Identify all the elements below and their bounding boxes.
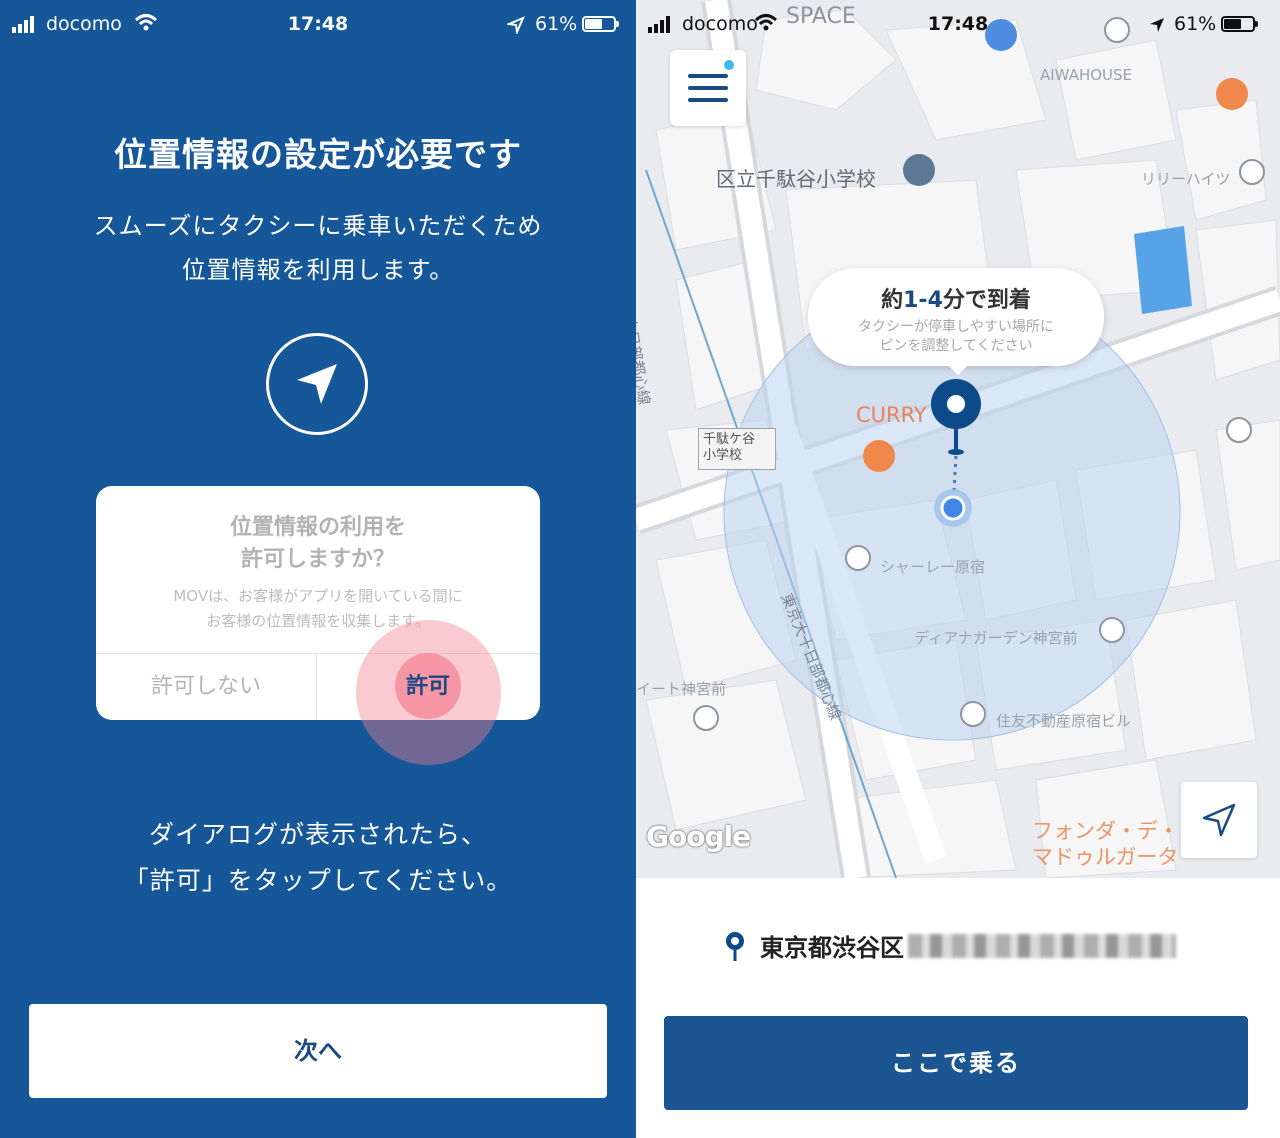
map-label-sumitomo: 住友不動産原宿ビル xyxy=(996,712,1132,730)
allow-button[interactable]: 許可 xyxy=(316,654,540,720)
pickup-address: 東京都渋谷区 xyxy=(724,928,1176,963)
instruction-text: ダイアログが表示されたら、 「許可」をタップしてください。 xyxy=(123,820,513,895)
permission-screen: docomo 17:48 61% 位置情報の設定が必要です スムーズにタクシーに… xyxy=(0,0,636,1138)
eta-prefix: 約 xyxy=(881,288,904,313)
map-label-diana: ディアナガーデン神宮前 xyxy=(914,629,1078,647)
map-label-ito: イート神宮前 xyxy=(636,680,727,698)
battery-icon xyxy=(1221,16,1258,32)
location-arrow-icon xyxy=(1202,803,1236,837)
page-title: 位置情報の設定が必要です xyxy=(114,135,522,174)
menu-button[interactable] xyxy=(670,50,746,126)
eta-bubble: 約1-4分で到着 タクシーが停車しやすい場所に ピンを調整してください xyxy=(808,268,1104,375)
battery-percent: 61% xyxy=(535,13,578,35)
map-label-school: 区立千駄谷小学校 xyxy=(716,167,876,191)
map-label-curry: CURRY xyxy=(856,403,927,427)
address-blurred xyxy=(908,933,1176,958)
map-label-aiwahouse: AIWAHOUSE xyxy=(1040,66,1133,84)
map-view[interactable]: docomo SPACE 17:48 61% AIWAHOUSE 区立千駄谷小学… xyxy=(636,0,1280,878)
status-bar: docomo SPACE 17:48 61% xyxy=(636,0,1280,50)
pin-icon xyxy=(726,931,744,961)
map-label-chateau: シャーレー原宿 xyxy=(880,558,986,576)
map-screen: docomo SPACE 17:48 61% AIWAHOUSE 区立千駄谷小学… xyxy=(636,0,1280,1138)
notification-dot xyxy=(724,60,734,70)
eta-hint: タクシーが停車しやすい場所に ピンを調整してください xyxy=(858,319,1054,354)
battery-percent: 61% xyxy=(1174,13,1217,35)
location-arrow-icon xyxy=(507,16,525,34)
location-arrow-icon xyxy=(1150,18,1164,32)
deny-button[interactable]: 許可しない xyxy=(96,654,317,720)
map-label-school-small: 千駄ケ谷 小学校 xyxy=(698,428,776,470)
page-description: スムーズにタクシーに乗車いただくため 位置情報を利用します。 xyxy=(93,212,543,284)
current-location-button[interactable] xyxy=(1181,782,1257,858)
battery-icon xyxy=(582,16,619,32)
location-arrow-icon xyxy=(266,333,368,435)
next-button[interactable]: 次へ xyxy=(29,1004,607,1098)
eta-suffix: 分で到着 xyxy=(942,288,1031,313)
google-logo: Google xyxy=(646,820,751,853)
map-label-lily: リリーハイツ xyxy=(1141,170,1231,188)
eta-range: 1-4 xyxy=(903,288,943,313)
dialog-title: 位置情報の利用を 許可しますか？ xyxy=(229,515,406,572)
ride-here-button[interactable]: ここで乗る xyxy=(664,1016,1248,1110)
map-label-fonda: フォンダ・デ・ マドゥルガータ xyxy=(1032,819,1179,869)
address-text: 東京都渋谷区 xyxy=(760,934,904,962)
status-bar: docomo 17:48 61% xyxy=(0,0,636,50)
dialog-message: MOVは、お客様がアプリを開いている間に お客様の位置情報を収集します。 xyxy=(173,587,463,630)
